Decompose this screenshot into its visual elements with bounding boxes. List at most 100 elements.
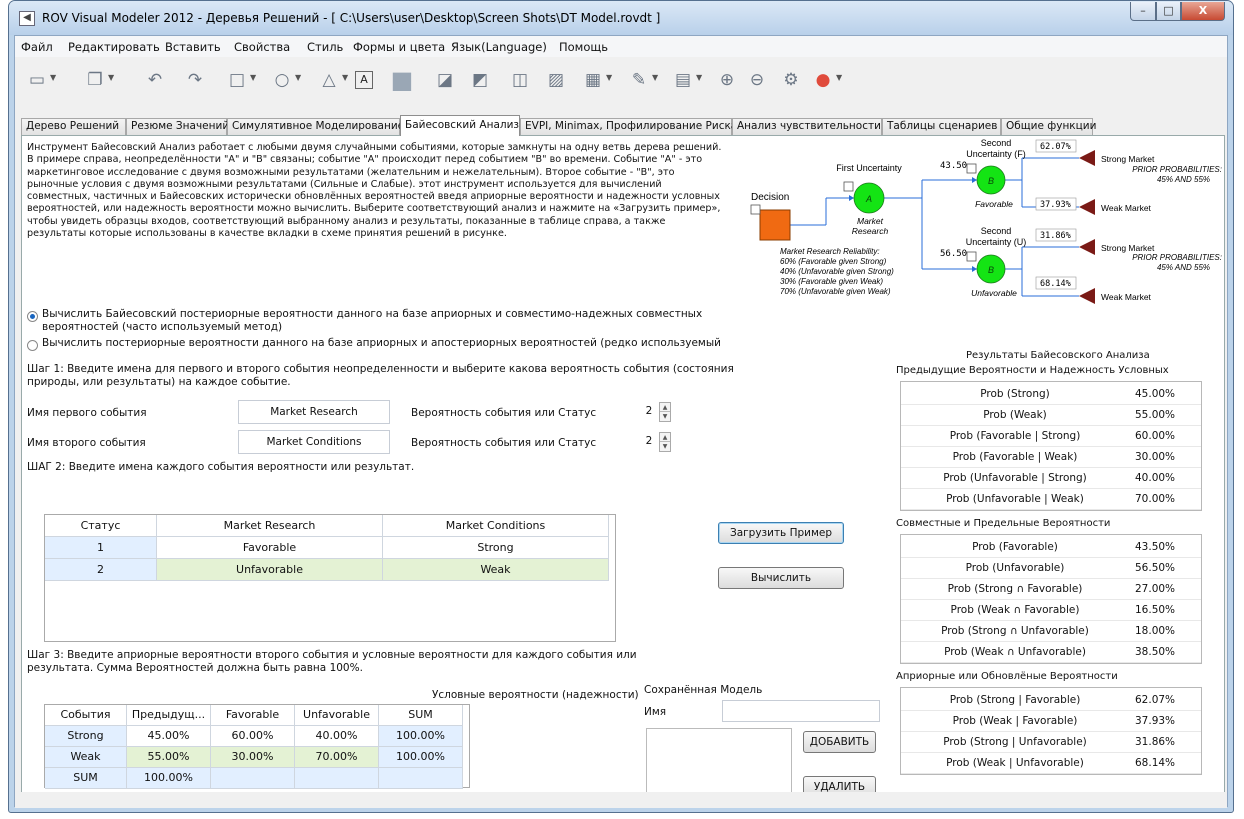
first-event-count-stepper[interactable]: 2 ▲ ▼ bbox=[639, 402, 675, 422]
cell-favorable[interactable]: 30.00% bbox=[211, 747, 295, 768]
tab-simulation[interactable]: Симулятивное Моделирование bbox=[227, 118, 404, 135]
col-status: Статус bbox=[45, 515, 157, 537]
zoom-out-icon[interactable]: ⊖ bbox=[745, 68, 769, 92]
cell-event1[interactable]: Unfavorable bbox=[157, 559, 383, 581]
undo-icon[interactable]: ↶ bbox=[143, 68, 167, 92]
cell-event: Weak bbox=[45, 747, 127, 768]
cell-unfavorable[interactable]: 40.00% bbox=[295, 726, 379, 747]
result-key: Prob (Weak) bbox=[983, 409, 1047, 421]
dropdown-arrow-icon[interactable]: ▼ bbox=[652, 73, 658, 82]
dropdown-arrow-icon[interactable]: ▼ bbox=[250, 73, 256, 82]
chart-icon[interactable]: ▨ bbox=[544, 68, 568, 92]
fill-icon[interactable]: ■ bbox=[390, 68, 414, 92]
maximize-button[interactable]: □ bbox=[1156, 2, 1181, 21]
close-button[interactable]: X bbox=[1181, 2, 1225, 21]
tab-bayesian-analysis[interactable]: Байесовский Анализ bbox=[400, 115, 520, 136]
menu-properties[interactable]: Свойства bbox=[234, 40, 290, 54]
tab-decision-tree[interactable]: Дерево Решений bbox=[21, 118, 126, 135]
bayesian-panel: Инструмент Байесовский Анализ работает с… bbox=[21, 135, 1225, 801]
rectangle-icon[interactable]: □ bbox=[225, 68, 249, 92]
dropdown-arrow-icon[interactable]: ▼ bbox=[50, 73, 56, 82]
second-event-count-stepper[interactable]: 2 ▲ ▼ bbox=[639, 432, 675, 452]
settings-icon[interactable]: ⚙ bbox=[779, 68, 803, 92]
table-row[interactable]: Strong 45.00% 60.00% 40.00% 100.00% bbox=[45, 726, 469, 747]
saved-model-name-input[interactable] bbox=[722, 700, 880, 722]
saved-models-list[interactable] bbox=[646, 728, 792, 798]
menu-insert[interactable]: Вставить bbox=[165, 40, 221, 54]
prob-header-row: События Предыдущ... Favorable Unfavorabl… bbox=[45, 705, 469, 726]
new-file-icon[interactable]: ▭ bbox=[25, 68, 49, 92]
value-u: 56.50 bbox=[940, 249, 967, 259]
second-event-input[interactable]: Market Conditions bbox=[238, 430, 390, 454]
menu-language[interactable]: Язык(Language) bbox=[451, 40, 547, 54]
copy-icon[interactable]: ❐ bbox=[83, 68, 107, 92]
table-row[interactable]: 2 Unfavorable Weak bbox=[45, 559, 615, 581]
result-value: 16.50% bbox=[1135, 604, 1176, 616]
title-bar[interactable]: ◀ ROV Visual Modeler 2012 - Деревья Реше… bbox=[9, 1, 1233, 35]
color-palette-icon[interactable]: ● bbox=[811, 68, 835, 92]
unfavorable-label: Unfavorable bbox=[971, 288, 1017, 298]
first-event-input[interactable]: Market Research bbox=[238, 400, 390, 424]
menu-style[interactable]: Стиль bbox=[307, 40, 343, 54]
table-row[interactable]: Weak 55.00% 30.00% 70.00% 100.00% bbox=[45, 747, 469, 768]
tab-general-functions[interactable]: Общие функции bbox=[1001, 118, 1096, 135]
tab-evpi-minimax[interactable]: EVPI, Minimax, Профилирование Риска bbox=[520, 118, 737, 135]
layout-icon[interactable]: ▤ bbox=[671, 68, 695, 92]
cell-event1[interactable]: Favorable bbox=[157, 537, 383, 559]
spin-up-icon[interactable]: ▲ bbox=[660, 403, 670, 412]
reliability-line2: 40% (Unfavorable given Strong) bbox=[780, 267, 894, 276]
cell-event2[interactable]: Weak bbox=[383, 559, 609, 581]
redo-icon[interactable]: ↷ bbox=[183, 68, 207, 92]
dropdown-arrow-icon[interactable]: ▼ bbox=[606, 73, 612, 82]
decision-shape-icon[interactable]: ◫ bbox=[508, 68, 532, 92]
menu-file[interactable]: Файл bbox=[21, 40, 53, 54]
strong-market-f: Strong Market bbox=[1101, 154, 1155, 164]
load-example-button[interactable]: Загрузить Пример bbox=[718, 522, 844, 544]
cell-unfavorable[interactable]: 70.00% bbox=[295, 747, 379, 768]
spin-down-icon[interactable]: ▼ bbox=[660, 442, 670, 451]
menu-edit[interactable]: Редактировать bbox=[68, 40, 160, 54]
compute-button[interactable]: Вычислить bbox=[718, 567, 844, 589]
tab-value-summary[interactable]: Резюме Значений bbox=[126, 118, 229, 135]
ellipse-icon[interactable]: ○ bbox=[270, 68, 294, 92]
result-value: 30.00% bbox=[1135, 451, 1176, 463]
prob-strong-unfav: 31.86% bbox=[1040, 231, 1071, 241]
terminal-shape-icon[interactable]: ◪ bbox=[433, 68, 457, 92]
dropdown-arrow-icon[interactable]: ▼ bbox=[696, 73, 702, 82]
calculator-icon[interactable]: ▦ bbox=[581, 68, 605, 92]
result-row: Prob (Strong ∩ Favorable) 27.00% bbox=[901, 579, 1201, 600]
second-f-line1: Second bbox=[981, 138, 1012, 148]
dropdown-arrow-icon[interactable]: ▼ bbox=[108, 73, 114, 82]
tab-scenario-tables[interactable]: Таблицы сценариев bbox=[882, 118, 1001, 135]
triangle-icon[interactable]: △ bbox=[317, 68, 341, 92]
cell-prior[interactable]: 55.00% bbox=[127, 747, 211, 768]
node-b-label-f: B bbox=[988, 176, 994, 186]
radio-posterior-joint[interactable] bbox=[27, 311, 38, 322]
add-button[interactable]: ДОБАВИТЬ bbox=[803, 731, 876, 753]
dropdown-arrow-icon[interactable]: ▼ bbox=[836, 73, 842, 82]
probabilities-grid: События Предыдущ... Favorable Unfavorabl… bbox=[44, 704, 470, 789]
zoom-in-icon[interactable]: ⊕ bbox=[715, 68, 739, 92]
result-value: 37.93% bbox=[1135, 715, 1176, 727]
cell-favorable[interactable]: 60.00% bbox=[211, 726, 295, 747]
menu-shapes-colors[interactable]: Формы и цвета bbox=[353, 40, 445, 54]
pencil-icon[interactable]: ✎ bbox=[627, 68, 651, 92]
dropdown-arrow-icon[interactable]: ▼ bbox=[342, 73, 348, 82]
cell-event2[interactable]: Strong bbox=[383, 537, 609, 559]
dropdown-arrow-icon[interactable]: ▼ bbox=[295, 73, 301, 82]
prob-weak-unfav: 68.14% bbox=[1040, 279, 1071, 289]
chance-shape-icon[interactable]: ◩ bbox=[468, 68, 492, 92]
text-box-icon[interactable]: A bbox=[355, 71, 373, 89]
prob-status-label-1: Вероятность события или Статус bbox=[411, 407, 597, 419]
cell-prior[interactable]: 45.00% bbox=[127, 726, 211, 747]
radio-posterior-prior[interactable] bbox=[27, 340, 38, 351]
minimize-button[interactable]: – bbox=[1130, 2, 1156, 21]
menu-help[interactable]: Помощь bbox=[559, 40, 608, 54]
spin-down-icon[interactable]: ▼ bbox=[660, 412, 670, 421]
col-prior[interactable]: Предыдущ... bbox=[127, 705, 211, 726]
tab-sensitivity[interactable]: Анализ чувствительности bbox=[732, 118, 882, 135]
table-row[interactable]: 1 Favorable Strong bbox=[45, 537, 615, 559]
app-icon[interactable]: ◀ bbox=[19, 11, 35, 26]
spin-up-icon[interactable]: ▲ bbox=[660, 433, 670, 442]
result-key: Prob (Unfavorable | Weak) bbox=[946, 493, 1084, 505]
